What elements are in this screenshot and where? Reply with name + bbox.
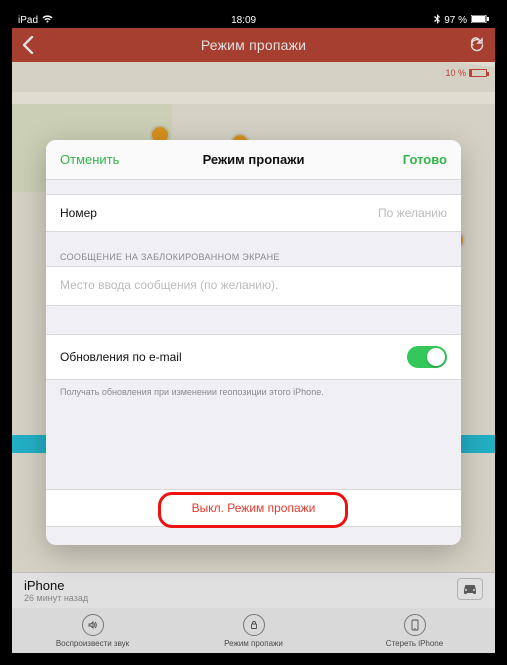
battery-icon [471,15,489,26]
bluetooth-icon [434,14,440,27]
email-updates-note: Получать обновления при изменении геопоз… [46,380,461,406]
device-frame: iPad 18:09 97 % Режим пропажи [0,0,507,665]
message-input[interactable]: Место ввода сообщения (по желанию). [46,266,461,306]
email-updates-toggle[interactable] [407,346,447,368]
device-label: iPad [18,15,38,26]
battery-text: 97 % [444,15,467,26]
lost-mode-modal: Отменить Режим пропажи Готово Номер По ж… [46,140,461,545]
cancel-button[interactable]: Отменить [60,152,119,167]
turn-off-lost-mode-button[interactable]: Выкл. Режим пропажи [46,489,461,527]
phone-number-row[interactable]: Номер По желанию [46,194,461,232]
number-label: Номер [60,206,97,220]
done-button[interactable]: Готово [403,152,447,167]
screen: iPad 18:09 97 % Режим пропажи [12,12,495,653]
number-placeholder: По желанию [378,206,447,220]
status-bar: iPad 18:09 97 % [12,12,495,28]
email-updates-label: Обновления по e-mail [60,350,182,364]
clock: 18:09 [53,15,434,26]
wifi-icon [42,15,53,26]
email-updates-row: Обновления по e-mail [46,334,461,380]
message-section-label: СООБЩЕНИЕ НА ЗАБЛОКИРОВАННОМ ЭКРАНЕ [46,246,461,266]
modal-header: Отменить Режим пропажи Готово [46,140,461,180]
